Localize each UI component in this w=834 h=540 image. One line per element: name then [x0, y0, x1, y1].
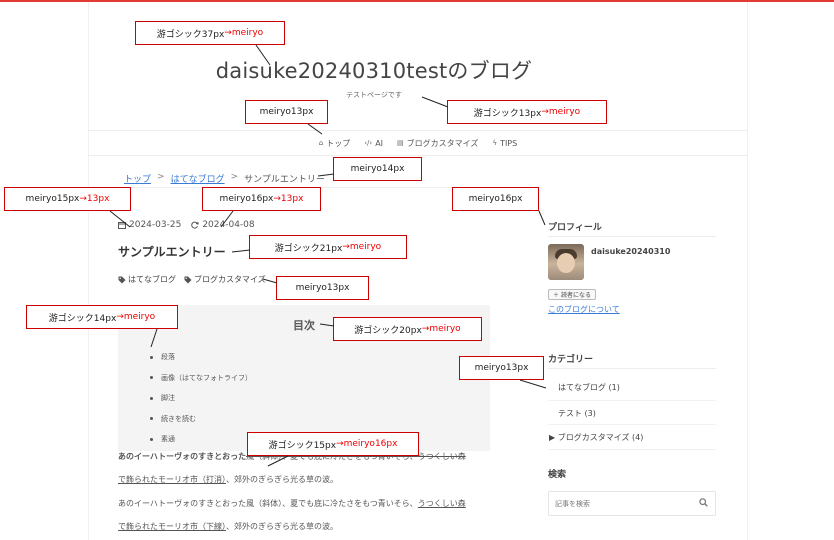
- annotation-callout: meiryo13px: [262, 276, 369, 300]
- tag-hatena-blog[interactable]: はてなブログ: [118, 274, 176, 285]
- nav-label: AI: [375, 138, 384, 148]
- search-input[interactable]: [555, 498, 685, 510]
- breadcrumb-category[interactable]: はてなブログ: [171, 172, 225, 185]
- annotation-callout: meiryo16px: [452, 187, 546, 226]
- plus-icon: ＋: [553, 293, 560, 299]
- annotation-callout: 游ゴシック14px →meiryo: [26, 305, 178, 348]
- toc-item[interactable]: 段落: [150, 347, 252, 368]
- annotation-callout: meiryo13px: [459, 356, 547, 389]
- annotation-callout: 游ゴシック20px →meiryo: [319, 317, 482, 341]
- annotation-callout: meiryo14px: [317, 157, 422, 181]
- annotation-callout: 游ゴシック37px →meiryo: [135, 21, 285, 66]
- nav-label: トップ: [326, 138, 351, 148]
- refresh-icon: [191, 221, 199, 229]
- annotation-callout: 游ゴシック13px →meiryo: [421, 96, 607, 124]
- annotation-callout: meiryo16px →13px: [202, 187, 321, 228]
- nav-item-ai[interactable]: ‹/› AI: [364, 139, 383, 148]
- toc-item[interactable]: 続きを読む: [150, 409, 252, 430]
- search-icon[interactable]: [699, 498, 708, 507]
- tag-blog-customize[interactable]: ブログカスタマイズ: [184, 274, 266, 285]
- category-heading: カテゴリー: [548, 355, 594, 365]
- category-item-test[interactable]: テスト (3): [548, 400, 716, 425]
- nav-item-blog-customize[interactable]: ▤ ブログカスタマイズ: [397, 138, 478, 149]
- profile-name[interactable]: daisuke20240310: [591, 247, 670, 256]
- code-icon: ‹/›: [364, 139, 373, 147]
- annotation-callout: 游ゴシック21px →meiryo: [231, 235, 407, 259]
- entry-tags: はてなブログ ブログカスタマイズ: [118, 274, 266, 285]
- entry-dates: 2024-03-25 2024-04-08: [118, 220, 255, 230]
- nav-item-top[interactable]: ⌂ トップ: [319, 138, 350, 149]
- tag-label: はてなブログ: [128, 275, 176, 284]
- category-item-hatena-blog[interactable]: はてなブログ (1): [548, 375, 716, 400]
- annotation-callout: meiryo13px: [245, 100, 328, 135]
- nav-label: ブログカスタマイズ: [406, 138, 479, 148]
- toc-list: 段落 画像（はてなフォトライフ） 脚注 続きを読む 素通: [150, 347, 252, 450]
- paragraph-underline: あのイーハトーヴォのすきとおった風（斜体）、夏でも底に冷たさをもつ青いそら、うつ…: [118, 499, 466, 531]
- profile-heading: プロフィール: [548, 223, 602, 233]
- global-nav: ⌂ トップ ‹/› AI ▤ ブログカスタマイズ ϟ TIPS: [88, 130, 748, 156]
- annotation-callout: 游ゴシック15px →meiryo16px: [247, 432, 419, 467]
- annotation-callout: meiryo15px →13px: [4, 187, 131, 228]
- breadcrumb-current: サンプルエントリー: [244, 175, 325, 185]
- category-divider: [548, 368, 716, 369]
- blog-title[interactable]: daisuke20240310testのブログ: [88, 55, 660, 85]
- tag-icon: [184, 276, 192, 283]
- avatar[interactable]: [548, 244, 584, 280]
- home-icon: ⌂: [318, 139, 324, 147]
- lightning-icon: ϟ: [492, 139, 498, 147]
- nav-label: TIPS: [500, 138, 518, 148]
- breadcrumb: トップ > はてなブログ > サンプルエントリー: [124, 172, 325, 185]
- tag-icon: [118, 276, 126, 283]
- breadcrumb-home[interactable]: トップ: [124, 172, 151, 185]
- breadcrumb-separator: >: [157, 172, 165, 182]
- document-icon: ▤: [397, 139, 404, 147]
- nav-item-tips[interactable]: ϟ TIPS: [492, 139, 517, 148]
- tag-label: ブログカスタマイズ: [194, 275, 266, 284]
- posted-date-text: 2024-03-25: [129, 220, 182, 230]
- toc-item[interactable]: 画像（はてなフォトライフ）: [150, 368, 252, 389]
- entry-title[interactable]: サンプルエントリー: [118, 243, 226, 260]
- updated-date-text: 2024-04-08: [202, 220, 255, 230]
- category-item-blog-customize[interactable]: ▶ ブログカスタマイズ (4): [548, 424, 716, 449]
- blog-description: テストページです: [346, 91, 402, 99]
- category-bottom-divider: [548, 449, 716, 450]
- search-box: [548, 491, 716, 516]
- subscribe-button[interactable]: ＋ 読者になる: [548, 289, 597, 300]
- about-blog-link[interactable]: このブログについて: [548, 304, 620, 315]
- profile-divider: [548, 236, 716, 237]
- breadcrumb-separator: >: [230, 172, 239, 182]
- toc-item[interactable]: 脚注: [150, 388, 252, 409]
- search-heading: 検索: [548, 470, 567, 480]
